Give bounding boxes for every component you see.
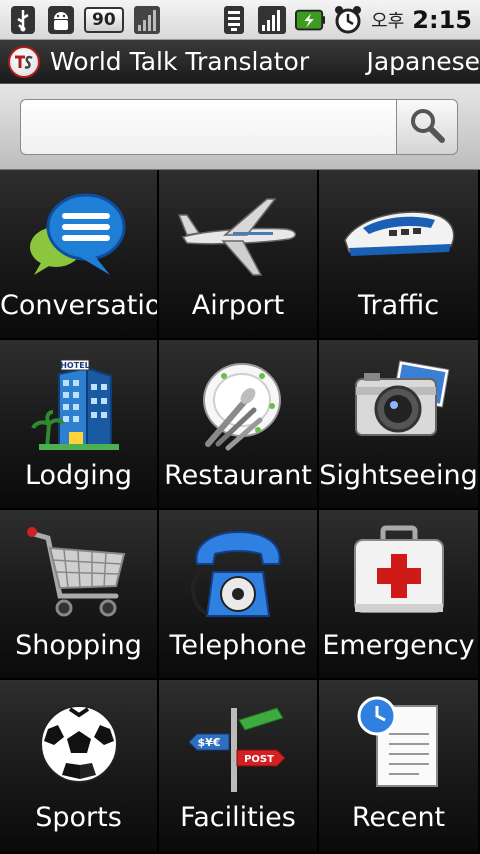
category-label: Emergency — [322, 630, 475, 661]
app-title-bar: World Talk Translator Japanese — [0, 40, 480, 84]
category-label: Lodging — [24, 460, 133, 491]
battery-charging-icon — [295, 4, 326, 36]
category-grid: Conversation Airport Traffic — [0, 170, 480, 854]
category-sports[interactable]: Sports — [0, 680, 159, 854]
svg-text:$¥€: $¥€ — [198, 736, 221, 749]
bullet-train-icon — [319, 184, 478, 284]
signpost-icon: $¥€ POST — [159, 694, 317, 794]
app-logo-icon — [8, 45, 40, 78]
category-lodging[interactable]: HOTEL Lodging — [0, 340, 159, 510]
category-conversation[interactable]: Conversation — [0, 170, 159, 340]
clock-time: 2:15 — [412, 6, 472, 34]
category-label: Sightseeing — [319, 460, 478, 491]
first-aid-kit-icon — [319, 524, 478, 624]
app-title: World Talk Translator — [50, 47, 310, 76]
battery-level-badge: 90 — [84, 7, 124, 33]
wifi-icon — [219, 4, 249, 36]
category-label: Sports — [35, 802, 122, 833]
category-label: Shopping — [15, 630, 142, 661]
category-facilities[interactable]: $¥€ POST Facilities — [159, 680, 319, 854]
recent-clock-icon — [319, 694, 478, 794]
soccer-ball-icon — [0, 694, 157, 794]
signal-icon — [257, 4, 287, 36]
language-selector[interactable]: Japanese — [366, 47, 480, 76]
category-recent[interactable]: Recent — [319, 680, 480, 854]
camera-icon — [319, 354, 478, 454]
search-area — [0, 84, 480, 170]
category-sightseeing[interactable]: Sightseeing — [319, 340, 480, 510]
chat-bubbles-icon — [0, 184, 157, 284]
category-telephone[interactable]: Telephone — [159, 510, 319, 680]
ampm-label: 오후 — [371, 11, 405, 32]
plate-cutlery-icon — [159, 354, 317, 454]
usb-icon — [8, 4, 38, 36]
alarm-icon — [333, 4, 363, 36]
category-airport[interactable]: Airport — [159, 170, 319, 340]
category-traffic[interactable]: Traffic — [319, 170, 480, 340]
android-debug-icon — [46, 4, 76, 36]
search-input[interactable] — [20, 99, 398, 155]
category-label: Conversation — [0, 290, 157, 321]
category-emergency[interactable]: Emergency — [319, 510, 480, 680]
category-shopping[interactable]: Shopping — [0, 510, 159, 680]
category-label: Traffic — [357, 290, 440, 321]
category-restaurant[interactable]: Restaurant — [159, 340, 319, 510]
airplane-icon — [159, 184, 317, 284]
category-label: Recent — [351, 802, 446, 833]
category-label: Restaurant — [164, 460, 312, 491]
status-bar: 90 오후 2:15 — [0, 0, 480, 40]
shopping-cart-icon — [0, 524, 157, 624]
signal-bars-icon — [132, 4, 162, 36]
category-label: Telephone — [169, 630, 307, 661]
search-icon — [407, 105, 447, 149]
svg-text:POST: POST — [244, 754, 274, 765]
category-label: Facilities — [180, 802, 296, 833]
category-label: Airport — [191, 290, 285, 321]
hotel-icon: HOTEL — [0, 354, 157, 454]
svg-text:HOTEL: HOTEL — [60, 361, 90, 370]
telephone-icon — [159, 524, 317, 624]
search-button[interactable] — [396, 99, 458, 155]
